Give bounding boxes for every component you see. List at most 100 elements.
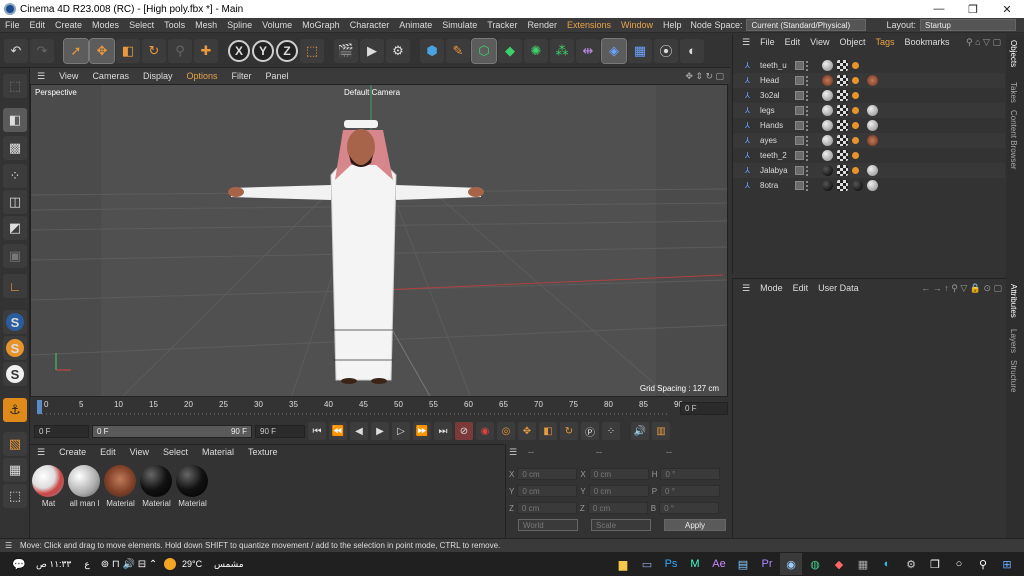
menu-tools[interactable]: Tools [159,20,190,30]
menu-window[interactable]: Window [616,20,658,30]
object-menu-file[interactable]: File [755,37,780,47]
floor-icon[interactable]: ◈ [601,37,627,64]
material-menu-edit[interactable]: Edit [93,447,123,457]
layer-checkbox[interactable] [795,181,804,190]
minimize-button[interactable]: — [922,3,956,15]
position-key-icon[interactable]: ✥ [518,422,536,440]
viewport-menu-filter[interactable]: Filter [225,71,259,81]
start-frame-field[interactable]: 0 F [34,424,89,438]
undo-icon[interactable]: ↶ [4,38,28,63]
object-row[interactable]: ⅄ Hands [733,118,1005,133]
menu-file[interactable]: File [0,20,25,30]
place-tool-icon[interactable]: ✚ [194,38,218,63]
object-name[interactable]: Jalabya [760,166,788,175]
rotation-key-icon[interactable]: ↻ [560,422,578,440]
tab-takes[interactable]: Takes [1009,82,1018,103]
visibility-dots-icon[interactable] [806,120,810,131]
menu-mesh[interactable]: Mesh [190,20,222,30]
calculator-icon[interactable]: ▦ [852,553,874,575]
object-menu-object[interactable]: Object [834,37,870,47]
visibility-dots-icon[interactable] [806,105,810,116]
point-level-icon[interactable]: ⁘ [602,422,620,440]
object-row[interactable]: ⅄ teeth_2 [733,148,1005,163]
points-mode-icon[interactable]: ⁘ [3,164,27,188]
material-tag-icon[interactable] [867,105,878,116]
object-name[interactable]: ayes [760,136,777,145]
visibility-dots-icon[interactable] [806,150,810,161]
mograph-icon[interactable]: ⁂ [550,38,574,63]
material-swatch[interactable]: Material [140,465,173,508]
object-row[interactable]: ⅄ Jalabya [733,163,1005,178]
play-icon[interactable]: ▶ [371,422,389,440]
render-view-icon[interactable]: ▶ [360,38,384,63]
viewport-nav-icons[interactable]: ✥ ⇕ ↻ ▢ [685,71,730,82]
node-space-dropdown[interactable]: Current (Standard/Physical) [746,19,867,31]
store-icon[interactable]: ▤ [732,553,754,575]
settings-icon[interactable]: ⚙ [900,553,922,575]
uvw-tag-icon[interactable] [837,180,848,191]
phong-tag-icon[interactable] [852,77,859,84]
desktop-icon[interactable]: ▭ [636,553,658,575]
clock[interactable]: ١١:٣٣ ص [36,559,80,570]
uvw-tag-icon[interactable] [837,105,848,116]
model-mode-icon[interactable]: ◧ [3,108,27,132]
phong-tag-icon[interactable] [852,92,859,99]
polygons-mode-icon[interactable]: ◩ [3,216,27,240]
move-tool-icon[interactable]: ✥ [89,37,115,64]
viewport-menu-display[interactable]: Display [136,71,180,81]
phong-tag-icon[interactable] [852,167,859,174]
menu-mograph[interactable]: MoGraph [297,20,345,30]
size-z-field[interactable]: 0 cm [587,502,648,514]
visibility-dots-icon[interactable] [806,135,810,146]
phong-tag-icon[interactable] [852,152,859,159]
layer-checkbox[interactable] [795,76,804,85]
visibility-dots-icon[interactable] [806,90,810,101]
viewport-camera-label[interactable]: Default Camera [344,88,400,97]
status-hamburger-icon[interactable]: ☰ [5,541,12,550]
attribute-menu-user-data[interactable]: User Data [813,283,864,293]
material-tag-icon[interactable] [822,165,833,176]
menu-animate[interactable]: Animate [394,20,437,30]
keyframe-selection-icon[interactable]: ◎ [497,422,515,440]
locked-workplane-icon[interactable]: ▦ [3,458,27,482]
material-tag-icon[interactable] [867,120,878,131]
object-name[interactable]: teeth_2 [760,151,787,160]
position-x-field[interactable]: 0 cm [517,468,578,480]
material-menu-texture[interactable]: Texture [241,447,285,457]
layer-checkbox[interactable] [795,136,804,145]
cinema4d-taskbar-icon[interactable]: ◉ [780,553,802,575]
tab-structure[interactable]: Structure [1009,360,1018,392]
rotation-b-field[interactable]: 0 ° [659,502,720,514]
phong-tag-icon[interactable] [852,62,859,69]
material-tag-icon[interactable] [822,75,833,86]
scale-key-icon[interactable]: ◧ [539,422,557,440]
search-icon[interactable]: ⚲ [972,553,994,575]
previous-frame-icon[interactable]: ◀ [350,422,368,440]
weather-text[interactable]: مشمس [214,559,254,570]
tray-icons[interactable]: ⊚ ⊓ 🔊 ⊟ ⌃ [94,559,164,570]
menu-help[interactable]: Help [658,20,687,30]
recent-tools-icon[interactable]: ⚲ [168,38,192,63]
menu-select[interactable]: Select [124,20,159,30]
chrome-icon[interactable]: ◍ [804,553,826,575]
texture-mode-icon[interactable]: ▩ [3,136,27,160]
material-tag-icon[interactable] [867,135,878,146]
previous-key-icon[interactable]: ⏪ [329,422,347,440]
object-name[interactable]: Hands [760,121,783,130]
select-tool-icon[interactable]: ➚ [63,37,89,64]
extrude-generator-icon[interactable]: ◆ [498,38,522,63]
object-hamburger-icon[interactable]: ☰ [737,37,755,48]
tab-content-browser[interactable]: Content Browser [1009,110,1018,170]
object-row[interactable]: ⅄ 3o2al [733,88,1005,103]
layer-checkbox[interactable] [795,166,804,175]
viewport-menu-panel[interactable]: Panel [259,71,296,81]
environment-icon[interactable]: ▦ [628,38,652,63]
size-x-field[interactable]: 0 cm [588,468,649,480]
material-menu-create[interactable]: Create [52,447,93,457]
menu-render[interactable]: Render [522,20,562,30]
scale-dropdown[interactable]: Scale [591,519,651,531]
redo-icon[interactable]: ↷ [30,38,54,63]
go-to-start-icon[interactable]: ⏮ [308,422,326,440]
menu-volume[interactable]: Volume [257,20,297,30]
attribute-nav-icons[interactable]: ← → ↑ ⚲ ▽ 🔒 ⊙ ▢ [916,283,1006,294]
